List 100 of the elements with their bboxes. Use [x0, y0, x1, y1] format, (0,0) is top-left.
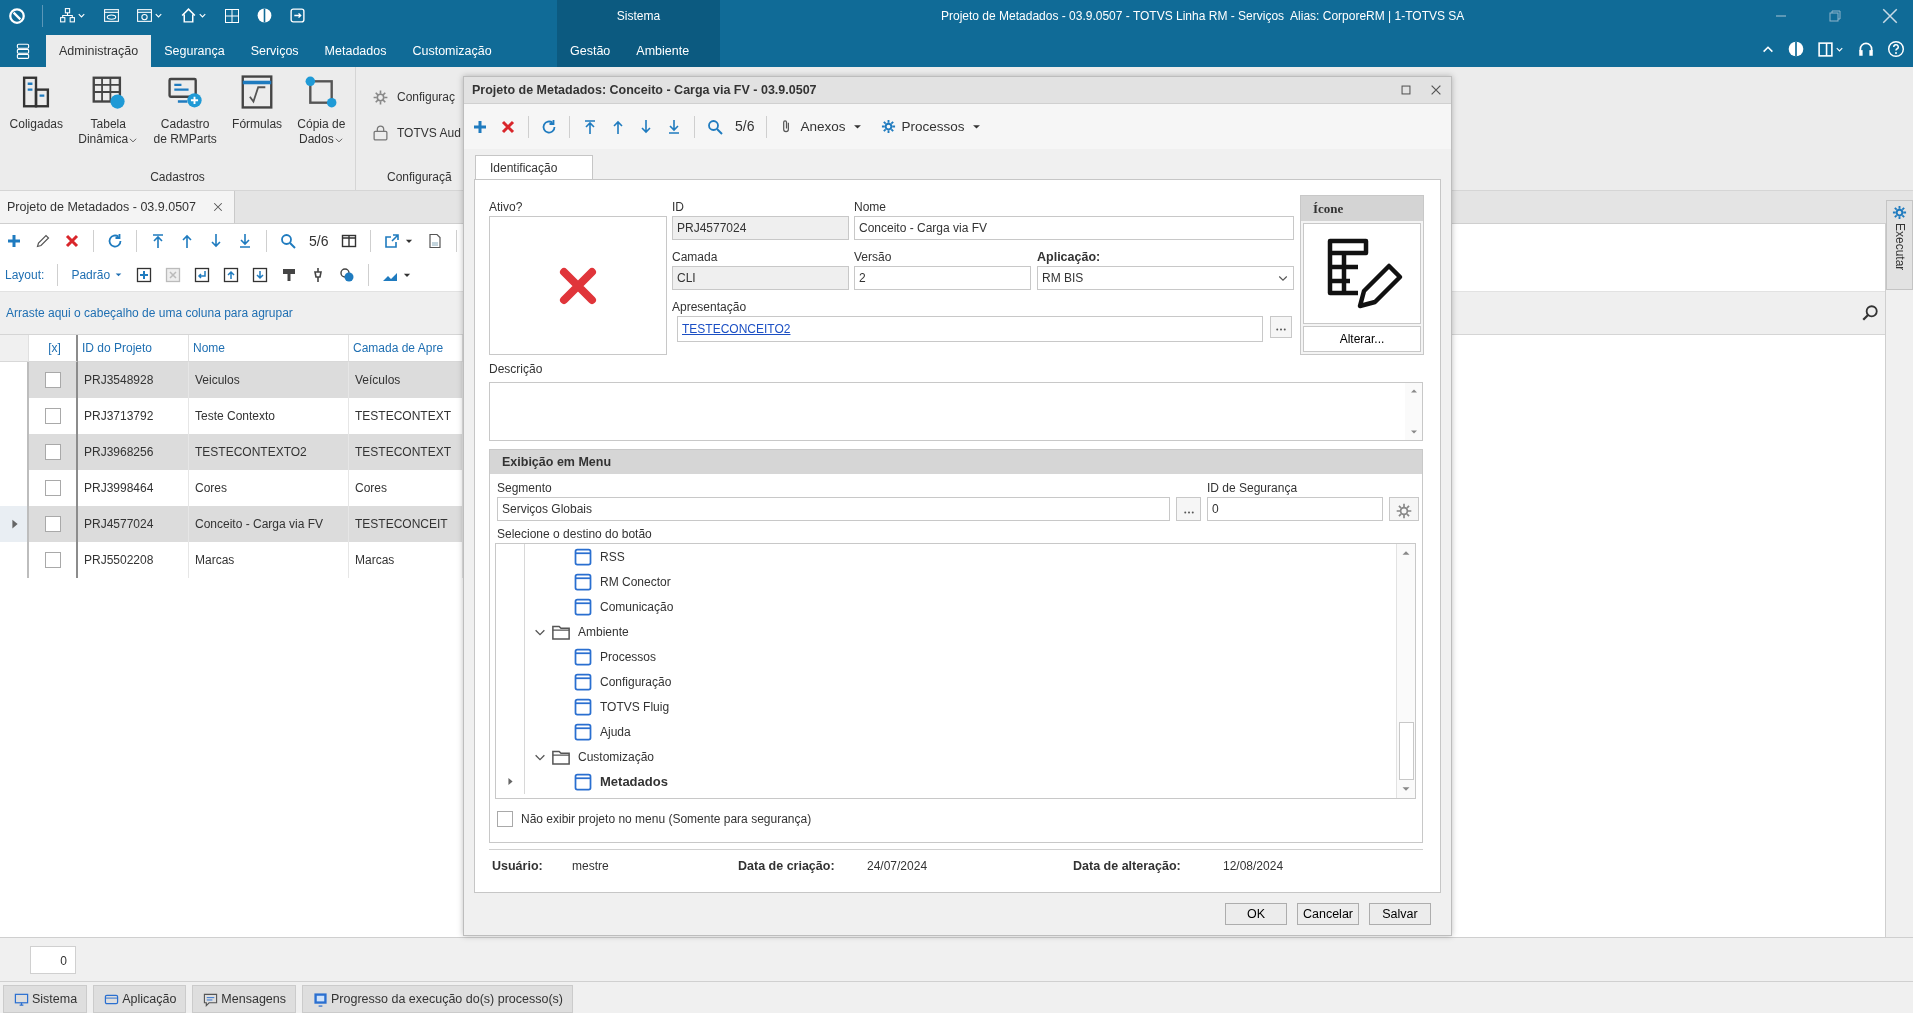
columns-icon[interactable]	[341, 233, 358, 249]
exit-window-icon[interactable]	[289, 7, 306, 24]
refresh-window-icon[interactable]	[136, 7, 153, 24]
shapes-icon[interactable]	[339, 266, 356, 283]
first-icon[interactable]	[150, 233, 166, 249]
column-header[interactable]: Nome	[189, 335, 349, 362]
settings-button[interactable]	[1389, 497, 1419, 521]
grid-window-icon[interactable]	[224, 7, 240, 24]
refresh-icon[interactable]	[541, 118, 557, 135]
row-indicator[interactable]	[0, 506, 29, 542]
ribbon-button[interactable]: Cadastro de RMParts	[147, 73, 223, 164]
status-tab[interactable]: Progresso da execução do(s) processo(s)	[302, 985, 574, 1013]
presentation-link[interactable]: TESTECONCEITO2	[682, 320, 791, 338]
ribbon-button[interactable]: Coligadas	[3, 73, 69, 164]
eye-window-icon[interactable]	[103, 7, 120, 24]
status-tab[interactable]: Aplicação	[93, 985, 187, 1013]
arrow-down-icon[interactable]	[208, 233, 224, 249]
row-checkbox[interactable]	[44, 516, 61, 532]
last-icon[interactable]	[237, 233, 253, 249]
side-panel-tab[interactable]: Executar	[1886, 200, 1913, 290]
ribbon-button[interactable]: TOTVS Aud	[372, 119, 461, 147]
application-select[interactable]: RM BIS	[1037, 266, 1294, 290]
status-tab[interactable]: Mensagens	[192, 985, 296, 1013]
ribbon-button[interactable]: Cópia de Dados	[291, 73, 352, 164]
row-checkbox[interactable]	[44, 372, 61, 388]
ribbon-tab[interactable]: Administração	[46, 35, 152, 67]
menu-icon[interactable]	[14, 42, 32, 60]
ribbon-tab[interactable]: Serviços	[237, 35, 312, 67]
tree-item[interactable]: TOTVS Fluig	[600, 697, 670, 716]
home-icon[interactable]	[180, 7, 197, 24]
add-icon[interactable]	[472, 118, 488, 135]
tree-item[interactable]: Customização	[578, 747, 655, 766]
add-box-icon[interactable]	[136, 266, 153, 283]
description-field[interactable]	[489, 382, 1423, 441]
arrow-down-icon[interactable]	[638, 118, 654, 135]
presentation-field[interactable]: TESTECONCEITO2	[677, 316, 1263, 342]
column-header[interactable]: [x]	[29, 335, 78, 362]
dialog-button[interactable]: Salvar	[1369, 903, 1431, 925]
column-header[interactable]: ID do Projeto	[78, 335, 189, 362]
menu-button[interactable]: Processos	[880, 116, 982, 137]
ribbon-button[interactable]: Fórmulas	[226, 73, 289, 164]
tree-item[interactable]: Ambiente	[578, 622, 629, 641]
ribbon-tab[interactable]: Customização	[399, 35, 505, 67]
globe-icon[interactable]	[256, 7, 273, 24]
ribbon-tab[interactable]: Segurança	[151, 35, 238, 67]
headset-icon[interactable]	[1857, 40, 1875, 58]
hide-checkbox[interactable]	[497, 811, 513, 827]
refresh-icon[interactable]	[107, 233, 123, 249]
paint-roller-icon[interactable]	[281, 266, 298, 283]
row-checkbox[interactable]	[44, 444, 61, 460]
tree-item[interactable]: Processos	[600, 647, 657, 666]
tab[interactable]: Identificação	[475, 155, 593, 179]
document-icon[interactable]	[427, 233, 444, 249]
sitemap-icon[interactable]	[59, 7, 76, 24]
row-checkbox[interactable]	[44, 408, 61, 424]
column-header[interactable]: Camada de Apre	[349, 335, 463, 362]
active-toggle[interactable]	[489, 216, 667, 355]
last-icon[interactable]	[666, 118, 682, 135]
tree-item[interactable]: Configuração	[600, 672, 672, 691]
menu-button[interactable]: Anexos	[779, 116, 863, 137]
tree-item[interactable]: Ajuda	[600, 722, 631, 741]
ribbon-button[interactable]: Configuraç	[372, 83, 456, 111]
pencil-icon[interactable]	[35, 233, 51, 249]
row-checkbox[interactable]	[44, 480, 61, 496]
close-icon[interactable]	[212, 201, 225, 213]
tree-item[interactable]: Metadados	[600, 771, 668, 792]
delete-icon[interactable]	[64, 233, 80, 249]
ribbon-button[interactable]: Tabela Dinâmica	[72, 73, 145, 164]
scroll-thumb[interactable]	[1398, 722, 1414, 780]
dialog-button[interactable]: Cancelar	[1297, 903, 1359, 925]
name-field[interactable]: Conceito - Carga via FV	[854, 216, 1294, 240]
download-box-icon[interactable]	[252, 266, 269, 283]
ellipsis-icon	[1276, 328, 1286, 331]
return-box-icon[interactable]	[194, 266, 211, 283]
dialog-button[interactable]: OK	[1225, 903, 1287, 925]
row-checkbox[interactable]	[44, 552, 61, 568]
help-icon[interactable]	[1887, 40, 1905, 58]
globe-icon[interactable]	[1787, 40, 1805, 58]
version-field[interactable]: 2	[854, 266, 1031, 290]
add-icon[interactable]	[6, 233, 22, 249]
search-icon[interactable]	[1861, 304, 1879, 322]
document-tab[interactable]: Projeto de Metadados - 03.9.0507	[0, 191, 236, 223]
layout-icon[interactable]	[1817, 40, 1834, 58]
export-icon[interactable]	[384, 233, 401, 249]
close-icon[interactable]	[1881, 6, 1899, 25]
maximize-icon[interactable]	[1399, 83, 1413, 98]
change-button[interactable]: Alterar...	[1303, 326, 1421, 352]
delete-icon[interactable]	[500, 118, 516, 135]
upload-box-icon[interactable]	[223, 266, 240, 283]
field-label: Descrição	[489, 361, 544, 378]
tree-item[interactable]: RSS	[600, 547, 625, 566]
first-icon[interactable]	[582, 118, 598, 135]
tree-item[interactable]: RM Conector	[600, 572, 671, 591]
status-tab[interactable]: Sistema	[3, 985, 88, 1013]
layout-dropdown[interactable]: Padrão	[71, 265, 124, 284]
security-id-field[interactable]: 0	[1207, 497, 1383, 521]
tree-item[interactable]: Comunicação	[600, 597, 674, 616]
segment-field[interactable]: Serviços Globais	[497, 497, 1170, 521]
ribbon-tab[interactable]: Metadados	[311, 35, 400, 67]
logo-icon[interactable]	[8, 6, 26, 25]
